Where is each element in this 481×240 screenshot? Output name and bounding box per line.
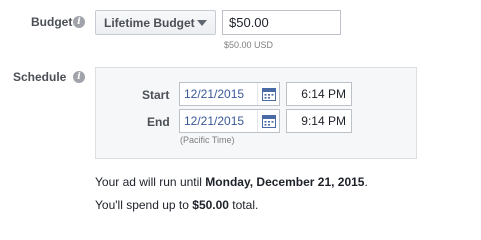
start-time-value: 6:14 PM bbox=[301, 87, 346, 101]
calendar-icon[interactable] bbox=[257, 83, 279, 105]
budget-type-selected: Lifetime Budget bbox=[104, 15, 195, 30]
end-date-field[interactable]: 12/21/2015 bbox=[179, 109, 280, 133]
run-until-summary: Your ad will run until Monday, December … bbox=[95, 175, 368, 189]
spend-suffix: total. bbox=[228, 198, 259, 212]
start-label: Start bbox=[142, 88, 170, 102]
spend-prefix: You'll spend up to bbox=[95, 198, 193, 212]
end-label: End bbox=[147, 115, 170, 129]
budget-label: Budget bbox=[31, 15, 73, 29]
timezone-note: (Pacific Time) bbox=[180, 135, 235, 145]
schedule-info-icon[interactable]: i bbox=[73, 71, 85, 83]
budget-type-dropdown[interactable]: Lifetime Budget bbox=[95, 10, 216, 35]
chevron-down-icon bbox=[197, 20, 207, 26]
spend-summary: You'll spend up to $50.00 total. bbox=[95, 198, 258, 212]
end-date-value: 12/21/2015 bbox=[184, 114, 245, 128]
start-date-field[interactable]: 12/21/2015 bbox=[179, 82, 280, 106]
start-time-field[interactable]: 6:14 PM bbox=[286, 82, 352, 106]
schedule-label: Schedule bbox=[13, 70, 67, 84]
calendar-icon[interactable] bbox=[257, 110, 279, 132]
run-until-suffix: . bbox=[364, 175, 368, 189]
run-until-date: Monday, December 21, 2015 bbox=[205, 175, 365, 189]
start-date-value: 12/21/2015 bbox=[184, 87, 245, 101]
budget-amount-input[interactable] bbox=[222, 10, 341, 35]
run-until-prefix: Your ad will run until bbox=[95, 175, 206, 189]
budget-info-icon[interactable]: i bbox=[73, 16, 85, 28]
end-time-field[interactable]: 9:14 PM bbox=[286, 109, 352, 133]
end-time-value: 9:14 PM bbox=[301, 114, 346, 128]
budget-amount-helper: $50.00 USD bbox=[224, 40, 274, 50]
spend-amount: $50.00 bbox=[192, 198, 229, 212]
